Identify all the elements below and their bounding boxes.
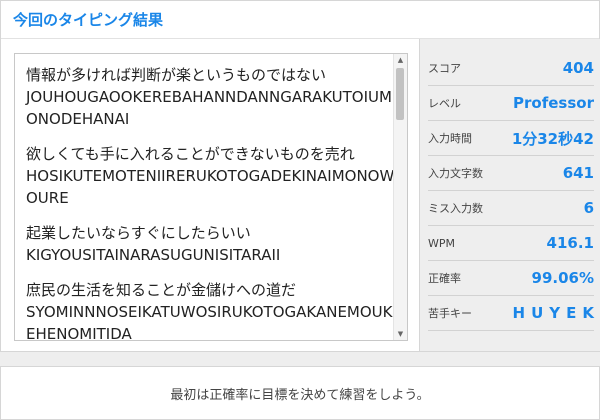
results-panel: 今回のタイピング結果 情報が多ければ判断が楽というものではない JOUHOUGA… — [0, 0, 600, 352]
scroll-up-arrow-icon[interactable]: ▲ — [394, 54, 407, 66]
stat-value: 99.06% — [531, 269, 594, 287]
stat-row-miss-count: ミス入力数 6 — [428, 191, 594, 226]
vertical-scrollbar[interactable]: ▲ ▼ — [393, 54, 407, 340]
stat-value: 641 — [562, 164, 594, 182]
romaji-text: HOSIKUTEMOTENIIRERUKOTOGADEKINAIMONOWOUR… — [26, 167, 395, 207]
stat-row-char-count: 入力文字数 641 — [428, 156, 594, 191]
stat-label: 正確率 — [428, 272, 461, 285]
japanese-sentence: 情報が多ければ判断が楽というものではない — [26, 66, 327, 84]
stat-value: Professor — [513, 94, 594, 112]
history-entry: 起業したいならすぐにしたらいい KIGYOUSITAINARASUGUNISIT… — [26, 222, 396, 266]
advice-footer: 最初は正確率に目標を決めて練習をしよう。 — [0, 366, 600, 420]
stat-label: レベル — [428, 97, 461, 110]
stat-row-wpm: WPM 416.1 — [428, 226, 594, 261]
results-content: 情報が多ければ判断が楽というものではない JOUHOUGAOOKEREBAHAN… — [1, 39, 600, 351]
stat-row-level: レベル Professor — [428, 86, 594, 121]
stat-label: 苦手キー — [428, 307, 472, 320]
stat-label: 入力文字数 — [428, 167, 483, 180]
history-entry: 庶民の生活を知ることが金儲けへの道だ SYOMINNNOSEIKATUWOSIR… — [26, 279, 396, 341]
japanese-sentence: 起業したいならすぐにしたらいい — [26, 224, 251, 242]
stat-label: 入力時間 — [428, 132, 472, 145]
romaji-text: JOUHOUGAOOKEREBAHANNDANNGARAKUTOIUMONODE… — [26, 88, 392, 128]
romaji-text: SYOMINNNOSEIKATUWOSIRUKOTOGAKANEMOUKEHEN… — [26, 303, 393, 341]
stat-label: スコア — [428, 62, 461, 75]
stat-row-accuracy: 正確率 99.06% — [428, 261, 594, 296]
history-entry: 欲しくても手に入れることができないものを売れ HOSIKUTEMOTENIIRE… — [26, 143, 396, 209]
stats-sidebar: スコア 404 レベル Professor 入力時間 1分32秒42 入力文字数… — [419, 39, 600, 351]
stat-label: ミス入力数 — [428, 202, 483, 215]
advice-message: 最初は正確率に目標を決めて練習をしよう。 — [170, 387, 430, 403]
stat-row-weak-keys: 苦手キー HUYEK — [428, 296, 594, 331]
stat-value: 416.1 — [546, 234, 594, 252]
scrollbar-thumb[interactable] — [396, 68, 404, 120]
stat-value: 404 — [562, 59, 594, 77]
romaji-text: KIGYOUSITAINARASUGUNISITARAII — [26, 246, 281, 264]
stat-value: HUYEK — [512, 304, 600, 322]
japanese-sentence: 欲しくても手に入れることができないものを売れ — [26, 145, 355, 163]
stat-row-input-time: 入力時間 1分32秒42 — [428, 121, 594, 156]
panel-title: 今回のタイピング結果 — [1, 1, 599, 39]
japanese-sentence: 庶民の生活を知ることが金儲けへの道だ — [26, 281, 297, 299]
stat-value: 1分32秒42 — [511, 129, 594, 148]
stat-label: WPM — [428, 236, 456, 250]
stat-value: 6 — [583, 199, 594, 217]
typed-history-box[interactable]: 情報が多ければ判断が楽というものではない JOUHOUGAOOKEREBAHAN… — [14, 53, 408, 341]
history-list: 情報が多ければ判断が楽というものではない JOUHOUGAOOKEREBAHAN… — [15, 54, 396, 341]
scroll-down-arrow-icon[interactable]: ▼ — [394, 328, 407, 340]
history-entry: 情報が多ければ判断が楽というものではない JOUHOUGAOOKEREBAHAN… — [26, 64, 396, 130]
stat-row-score: スコア 404 — [428, 51, 594, 86]
